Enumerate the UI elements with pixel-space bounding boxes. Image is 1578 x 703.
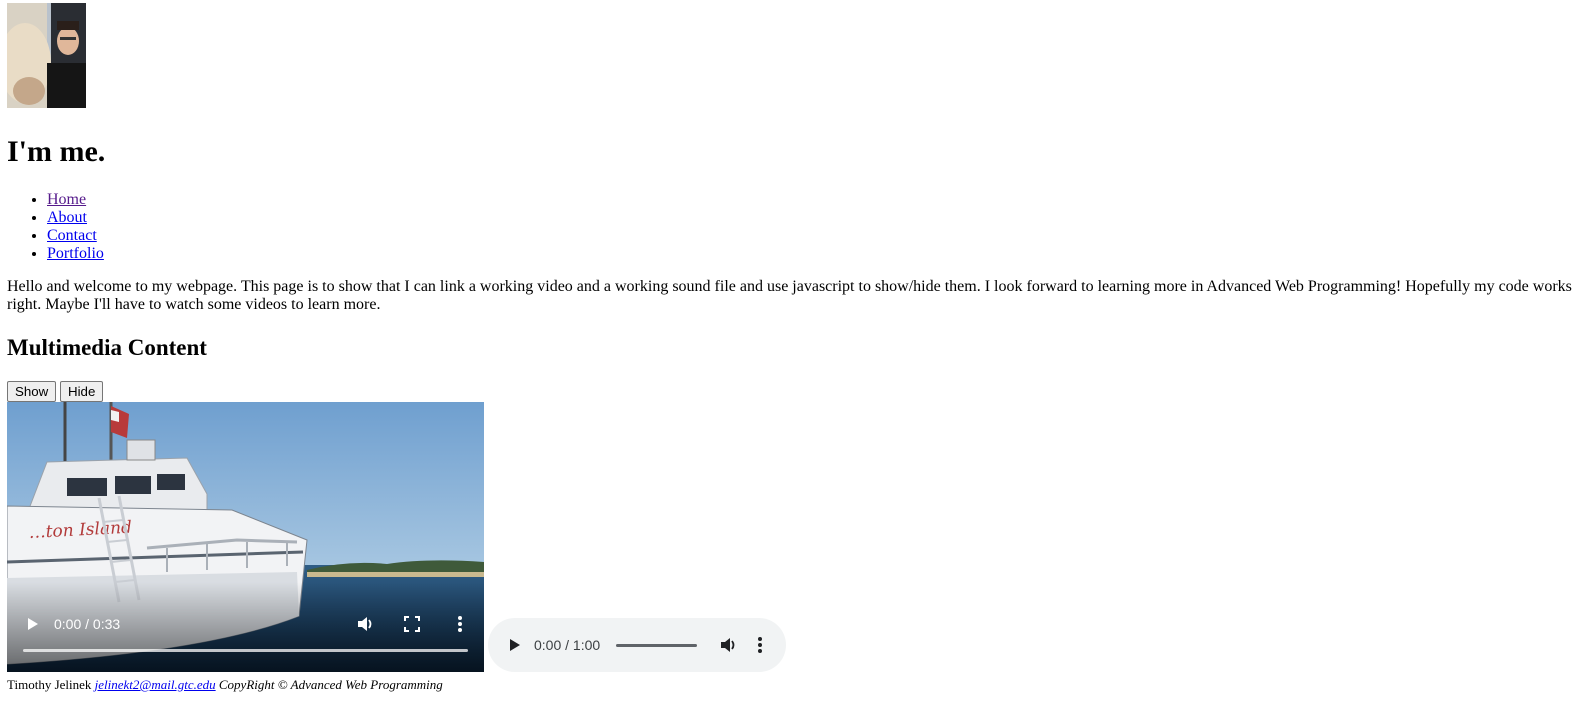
footer-author: Timothy Jelinek [7, 677, 92, 692]
audio-time: 0:00 / 1:00 [534, 637, 601, 653]
nav-item-home: Home [47, 191, 104, 209]
video-volume-icon[interactable] [356, 615, 374, 638]
multimedia-heading: Multimedia Content [7, 335, 207, 360]
intro-paragraph: Hello and welcome to my webpage. This pa… [7, 278, 1572, 313]
audio-player[interactable]: 0:00 / 1:00 [488, 618, 786, 672]
audio-play-icon[interactable] [507, 638, 521, 657]
video-play-icon[interactable] [25, 617, 39, 636]
nav-item-about: About [47, 209, 104, 227]
audio-progress-bar[interactable] [616, 644, 697, 647]
video-time: 0:00 / 0:33 [54, 616, 121, 632]
nav-link-about[interactable]: About [47, 209, 87, 226]
nav-item-portfolio: Portfolio [47, 245, 104, 263]
footer-copyright: CopyRight © Advanced Web Programming [218, 677, 443, 692]
show-button[interactable]: Show [7, 381, 56, 402]
video-player[interactable]: …ton Island 0:00 / 0:33 [7, 402, 484, 672]
profile-photo [7, 3, 86, 108]
video-more-options-icon[interactable] [457, 615, 463, 638]
nav-link-portfolio[interactable]: Portfolio [47, 245, 104, 262]
nav-link-contact[interactable]: Contact [47, 227, 97, 244]
hide-button[interactable]: Hide [60, 381, 103, 402]
nav-item-contact: Contact [47, 227, 104, 245]
nav-list: Home About Contact Portfolio [7, 191, 104, 263]
page-title: I'm me. [7, 135, 106, 168]
nav-link-home[interactable]: Home [47, 191, 86, 208]
footer: Timothy Jelinek jelinekt2@mail.gtc.edu C… [7, 677, 443, 693]
video-progress-bar[interactable] [23, 649, 468, 652]
footer-email-link[interactable]: jelinekt2@mail.gtc.edu [95, 677, 216, 692]
audio-volume-icon[interactable] [719, 636, 737, 659]
audio-more-options-icon[interactable] [757, 636, 763, 659]
video-fullscreen-icon[interactable] [404, 616, 420, 637]
